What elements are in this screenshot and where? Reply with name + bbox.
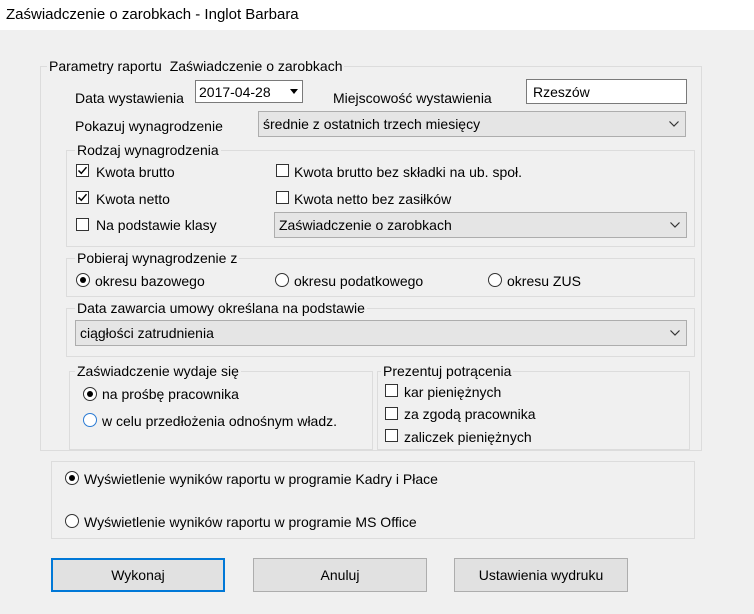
- place-value: Rzeszów: [533, 83, 590, 100]
- show-salary-select[interactable]: średnie z ostatnich trzech miesięcy: [258, 111, 686, 137]
- deduction-consent-label: za zgodą pracownika: [404, 406, 536, 422]
- source-base-label: okresu bazowego: [95, 273, 205, 289]
- radio-dot: [69, 475, 75, 481]
- contract-date-select[interactable]: ciągłości zatrudnienia: [75, 320, 687, 346]
- class-select[interactable]: Zaświadczenie o zarobkach: [274, 212, 687, 238]
- execute-button-label: Wykonaj: [111, 567, 165, 583]
- radio-dot: [80, 277, 86, 283]
- gross-checkbox[interactable]: [76, 164, 89, 177]
- by-class-checkbox[interactable]: [76, 218, 89, 231]
- output-msoffice-radio[interactable]: [65, 514, 79, 528]
- issue-date-value: 2017-04-28: [199, 83, 271, 100]
- class-select-value: Zaświadczenie o zarobkach: [279, 217, 452, 233]
- issued-for-legend: Zaświadczenie wydaje się: [75, 363, 241, 379]
- issued-authority-radio[interactable]: [83, 413, 97, 427]
- issued-authority-label: w celu przedłożenia odnośnym władz.: [102, 413, 338, 429]
- contract-date-value: ciągłości zatrudnienia: [80, 325, 214, 341]
- gross-no-contribution-checkbox[interactable]: [276, 164, 289, 177]
- net-label: Kwota netto: [96, 191, 170, 207]
- source-base-radio[interactable]: [76, 273, 90, 287]
- issued-request-label: na prośbę pracownika: [102, 386, 239, 402]
- source-tax-label: okresu podatkowego: [294, 273, 424, 289]
- deduction-fines-label: kar pieniężnych: [404, 384, 502, 400]
- chevron-down-icon: [669, 121, 679, 127]
- source-zus-radio[interactable]: [488, 273, 502, 287]
- by-class-label: Na podstawie klasy: [96, 217, 217, 233]
- deduction-fines-checkbox[interactable]: [385, 384, 398, 397]
- show-salary-value: średnie z ostatnich trzech miesięcy: [263, 116, 481, 132]
- issue-date-picker[interactable]: 2017-04-28: [195, 80, 303, 103]
- date-dropdown-icon[interactable]: [286, 81, 302, 102]
- output-kadry-radio[interactable]: [65, 471, 79, 485]
- place-input[interactable]: Rzeszów: [526, 79, 687, 104]
- report-params-legend-value: Zaświadczenie o zarobkach: [169, 58, 343, 74]
- print-settings-button-label: Ustawienia wydruku: [478, 567, 604, 583]
- print-settings-button[interactable]: Ustawienia wydruku: [454, 558, 628, 592]
- issued-for-group: [69, 371, 373, 450]
- source-zus-label: okresu ZUS: [507, 273, 581, 289]
- radio-dot: [87, 391, 93, 397]
- checkmark-icon: [77, 193, 88, 202]
- net-no-benefits-label: Kwota netto bez zasiłków: [294, 191, 452, 207]
- gross-no-contribution-label: Kwota brutto bez składki na ub. społ.: [294, 164, 523, 180]
- checkmark-icon: [77, 166, 88, 175]
- net-checkbox[interactable]: [76, 191, 89, 204]
- issued-request-radio[interactable]: [83, 387, 97, 401]
- deduction-consent-checkbox[interactable]: [385, 407, 398, 420]
- place-label: Miejscowość wystawienia: [333, 90, 492, 106]
- execute-button[interactable]: Wykonaj: [51, 558, 225, 592]
- issue-date-label: Data wystawienia: [75, 90, 184, 106]
- net-no-benefits-checkbox[interactable]: [276, 191, 289, 204]
- salary-source-legend: Pobieraj wynagrodzenie z: [75, 250, 240, 266]
- gross-label: Kwota brutto: [96, 164, 175, 180]
- chevron-down-icon: [670, 330, 680, 336]
- cancel-button-label: Anuluj: [320, 567, 360, 583]
- output-kadry-label: Wyświetlenie wyników raportu w programie…: [84, 471, 438, 487]
- chevron-down-icon: [670, 222, 680, 228]
- output-msoffice-label: Wyświetlenie wyników raportu w programie…: [84, 514, 417, 530]
- deduction-advances-checkbox[interactable]: [385, 429, 398, 442]
- report-params-legend-label: Parametry raportu: [49, 58, 162, 74]
- deductions-legend: Prezentuj potrącenia: [381, 363, 514, 379]
- report-params-legend: Parametry raportu Zaświadczenie o zarobk…: [47, 58, 345, 74]
- window-title: Zaświadczenie o zarobkach - Inglot Barba…: [6, 6, 299, 23]
- deduction-advances-label: zaliczek pieniężnych: [404, 429, 532, 445]
- show-salary-label: Pokazuj wynagrodzenie: [75, 118, 223, 134]
- salary-type-legend: Rodzaj wynagrodzenia: [75, 142, 221, 158]
- cancel-button[interactable]: Anuluj: [253, 558, 427, 592]
- contract-date-legend: Data zawarcia umowy określana na podstaw…: [75, 300, 367, 316]
- source-tax-radio[interactable]: [275, 273, 289, 287]
